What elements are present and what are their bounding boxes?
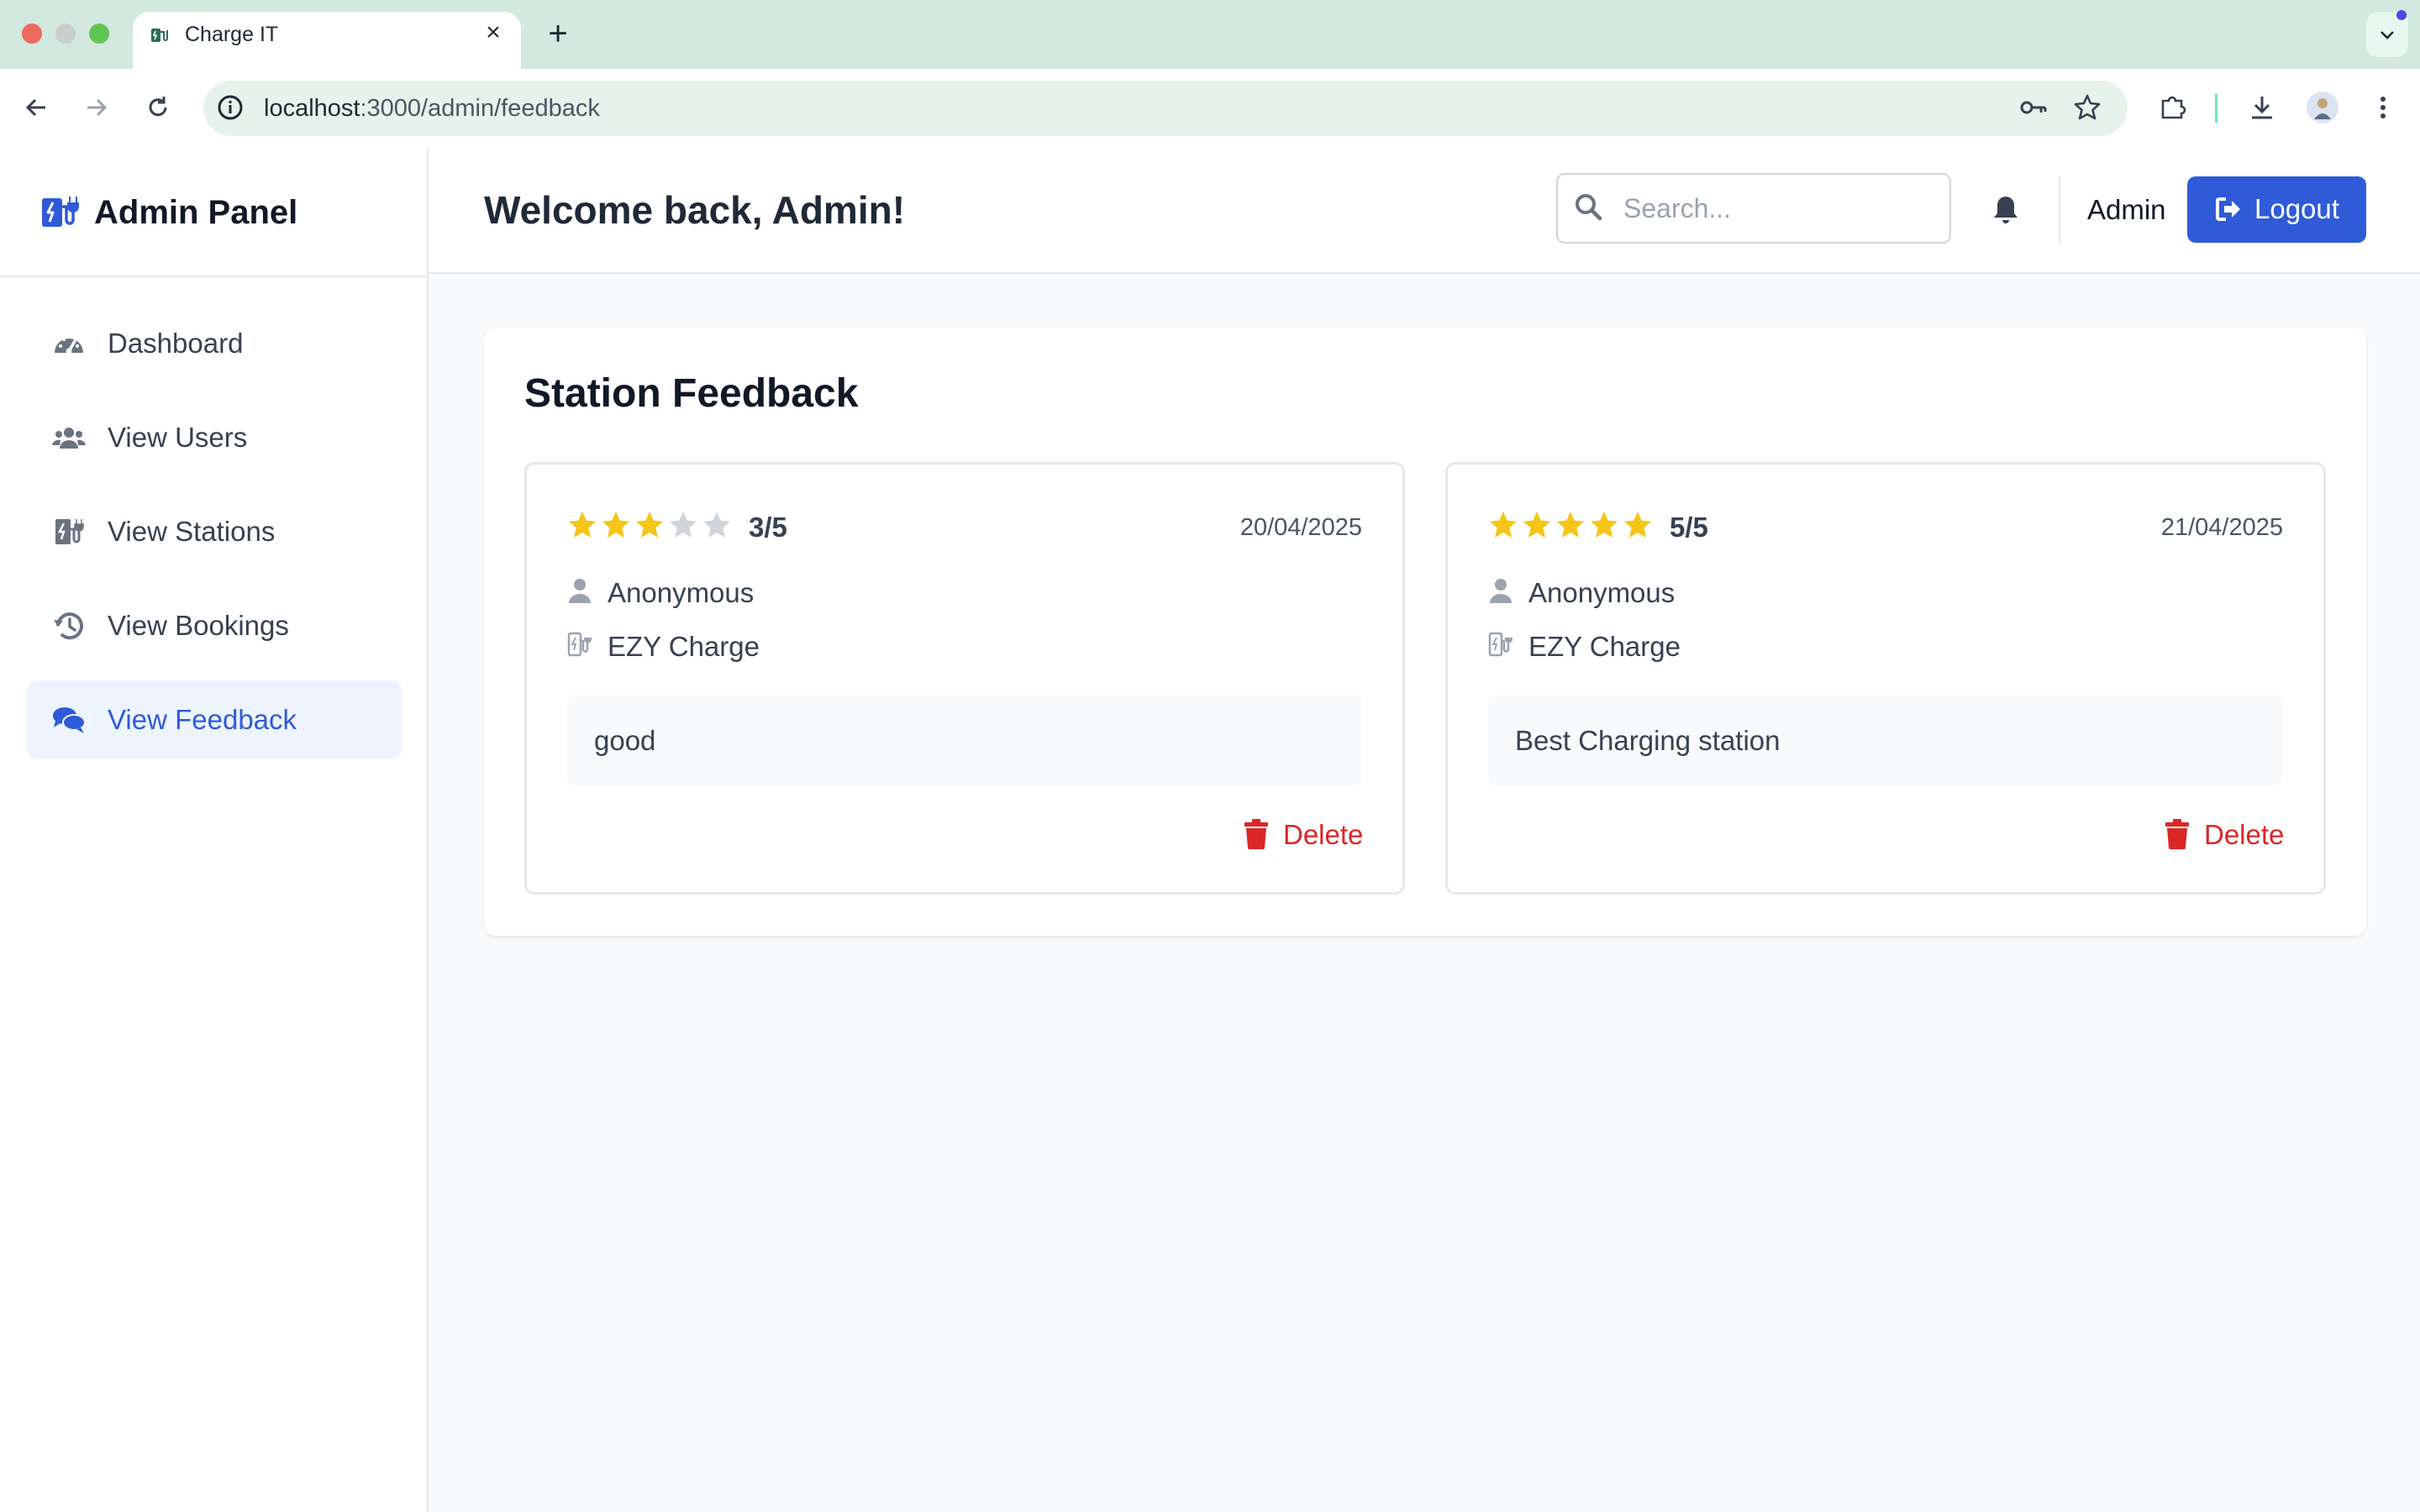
star-filled-icon	[569, 512, 596, 538]
site-info-icon[interactable]	[212, 89, 249, 126]
sign-out-icon	[2216, 197, 2240, 221]
forward-arrow-icon[interactable]	[77, 89, 114, 126]
bookmark-star-icon[interactable]	[2069, 89, 2106, 126]
feedback-comment-box: good	[567, 695, 1362, 787]
star-filled-icon	[1490, 512, 1517, 538]
star-filled-icon	[1557, 512, 1584, 538]
trash-icon	[1244, 819, 1268, 849]
url-path: :3000/admin/feedback	[360, 95, 600, 122]
star-filled-icon	[1523, 512, 1550, 538]
brand-title: Admin Panel	[94, 194, 298, 231]
feedback-card: 5/5 21/04/2025 Anonymous EZY Charge Best…	[1445, 462, 2326, 895]
feedback-comment: good	[594, 725, 656, 756]
star-filled-icon	[1591, 512, 1618, 538]
charging-station-logo-icon	[42, 197, 79, 227]
download-icon[interactable]	[2244, 89, 2281, 126]
users-icon	[52, 428, 86, 449]
header-divider	[2059, 176, 2060, 244]
star-filled-icon	[602, 512, 629, 538]
search-icon	[1576, 194, 1602, 221]
feedback-date: 21/04/2025	[2160, 514, 2283, 541]
sidebar-item-stations[interactable]: View Stations	[27, 492, 402, 571]
reload-icon[interactable]	[139, 89, 176, 126]
feedback-comment: Best Charging station	[1515, 725, 1781, 756]
sidebar-item-label: Dashboard	[108, 328, 244, 359]
delete-label: Delete	[2204, 819, 2285, 850]
bell-icon[interactable]	[1991, 193, 2020, 225]
star-rating	[567, 510, 732, 543]
sidebar-item-label: View Stations	[108, 516, 276, 547]
charging-station-icon	[567, 632, 592, 657]
rating-score: 3/5	[749, 512, 787, 543]
logout-label: Logout	[2254, 193, 2339, 224]
delete-label: Delete	[1283, 819, 1364, 850]
charging-station-favicon-icon	[151, 29, 168, 42]
window-minimize-button[interactable]	[55, 24, 76, 44]
star-empty-icon	[670, 512, 697, 538]
delete-button[interactable]: Delete	[1244, 817, 1364, 854]
current-user-name: Admin	[2087, 194, 2166, 225]
sidebar-item-feedback[interactable]: View Feedback	[27, 680, 402, 759]
page-title: Station Feedback	[524, 371, 859, 416]
sidebar-item-label: View Bookings	[108, 610, 289, 641]
notification-dot	[2396, 10, 2407, 20]
charging-station-icon	[1488, 632, 1512, 657]
logout-button[interactable]: Logout	[2187, 176, 2366, 243]
star-empty-icon	[703, 512, 730, 538]
tab-search-button[interactable]	[2366, 10, 2408, 57]
star-rating	[1488, 510, 1653, 543]
tab-close-icon[interactable]: ×	[481, 20, 506, 45]
sidebar-item-bookings[interactable]: View Bookings	[27, 586, 402, 665]
feedback-user: Anonymous	[1528, 577, 1676, 608]
extensions-icon[interactable]	[2154, 89, 2191, 126]
user-icon	[1490, 579, 1512, 603]
feedback-date: 20/04/2025	[1239, 514, 1362, 541]
feedback-user: Anonymous	[608, 577, 755, 608]
feedback-comment-box: Best Charging station	[1488, 695, 2283, 787]
chevron-down-icon	[2381, 31, 2394, 39]
charging-station-icon	[55, 519, 84, 544]
delete-button[interactable]: Delete	[2165, 817, 2285, 854]
sidebar-brand: Admin Panel	[0, 148, 427, 277]
sidebar-item-label: View Feedback	[108, 704, 297, 735]
feedback-station: EZY Charge	[608, 631, 760, 662]
new-tab-button[interactable]: +	[541, 15, 575, 52]
sidebar-item-label: View Users	[108, 422, 248, 453]
url-text: localhost:3000/admin/feedback	[264, 94, 600, 123]
welcome-heading: Welcome back, Admin!	[484, 188, 906, 232]
user-icon	[569, 579, 591, 603]
sidebar: Admin Panel Dashboard View Users View St…	[0, 148, 429, 1512]
search-input[interactable]	[1623, 190, 1934, 227]
comments-icon	[53, 707, 86, 733]
history-icon	[54, 612, 83, 640]
sidebar-item-users[interactable]: View Users	[27, 398, 402, 477]
window-close-button[interactable]	[22, 24, 42, 44]
profile-avatar-icon[interactable]	[2304, 89, 2341, 126]
toolbar-divider	[2215, 94, 2217, 123]
url-host: localhost	[264, 95, 360, 122]
feedback-station: EZY Charge	[1528, 631, 1681, 662]
back-arrow-icon[interactable]	[18, 89, 55, 126]
browser-tab-title: Charge IT	[185, 23, 279, 46]
sidebar-item-dashboard[interactable]: Dashboard	[27, 304, 402, 383]
star-filled-icon	[1624, 512, 1651, 538]
window-maximize-button[interactable]	[89, 24, 109, 44]
password-key-icon[interactable]	[2015, 89, 2052, 126]
star-filled-icon	[636, 512, 663, 538]
browser-menu-icon[interactable]	[2365, 89, 2402, 126]
rating-score: 5/5	[1670, 512, 1708, 543]
trash-icon	[2165, 819, 2189, 849]
feedback-card: 3/5 20/04/2025 Anonymous EZY Charge good…	[524, 462, 1405, 895]
gauge-icon	[55, 338, 83, 354]
